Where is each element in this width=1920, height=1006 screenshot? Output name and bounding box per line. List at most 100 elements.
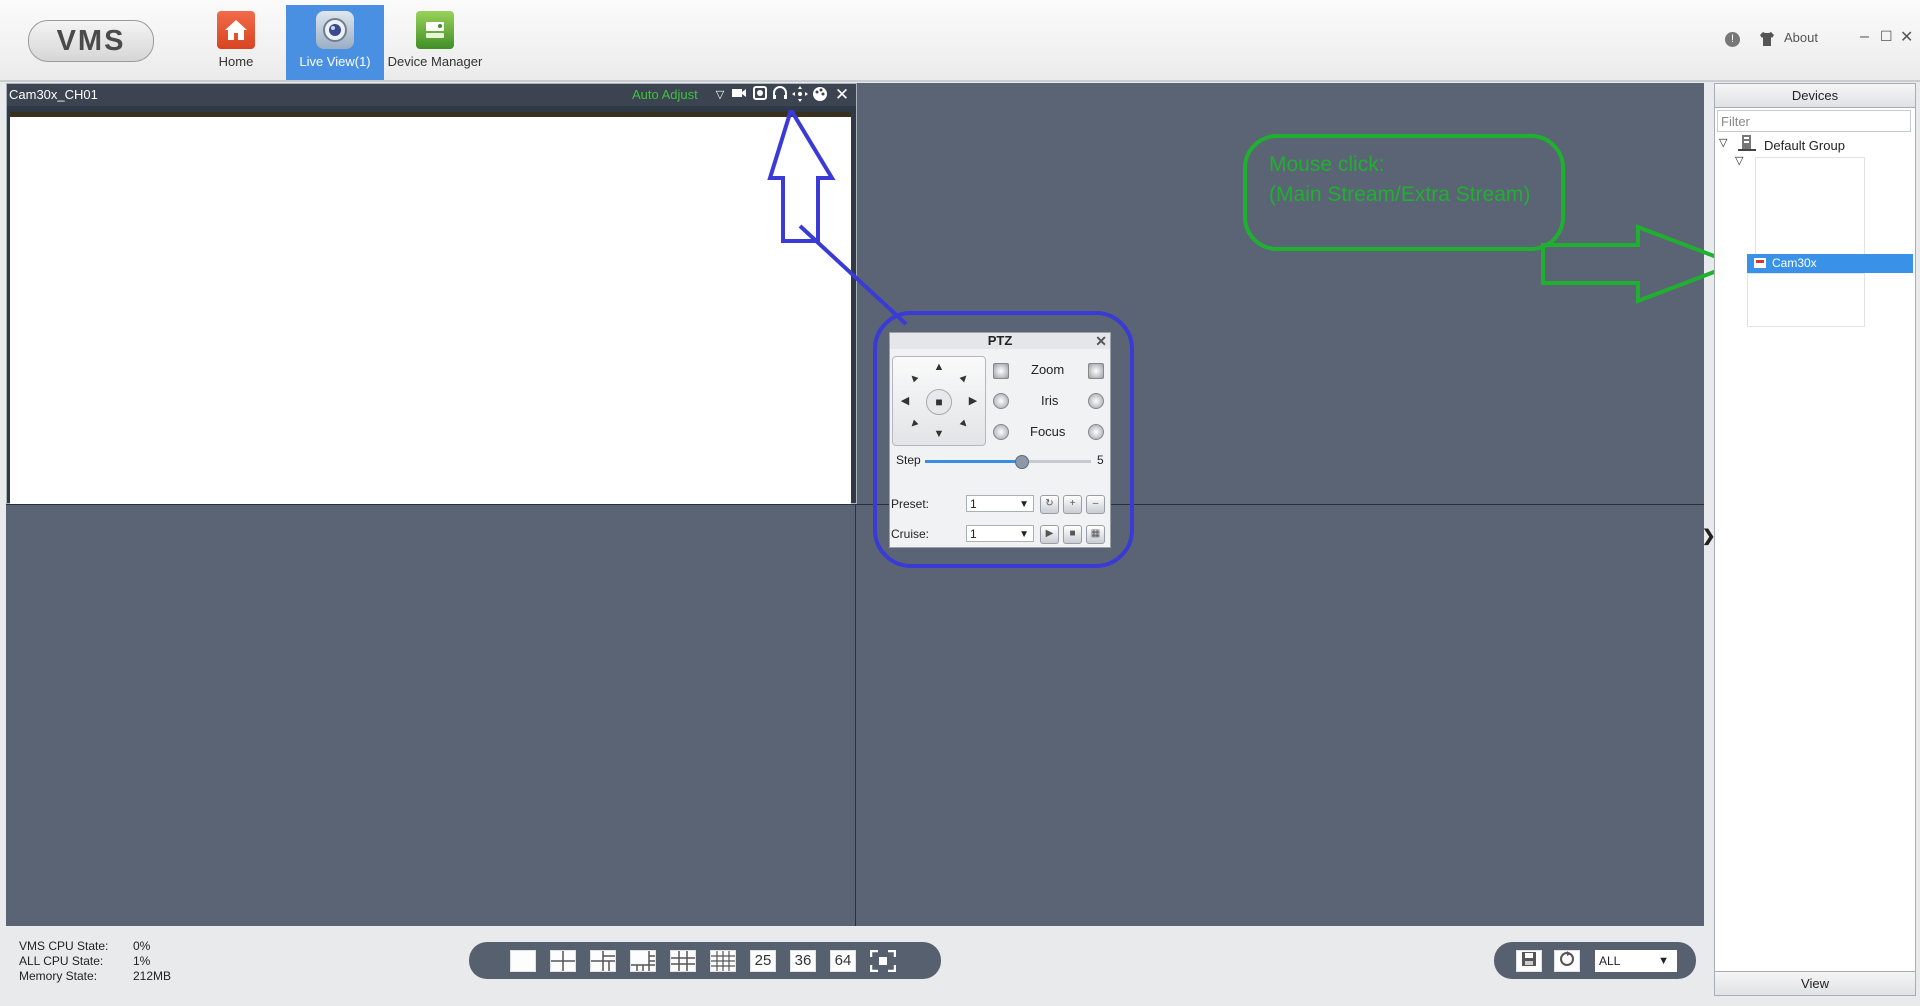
minimize-button[interactable]: –: [1860, 28, 1869, 46]
stop-cruise-icon[interactable]: ■: [1063, 525, 1082, 544]
collapse-panel-icon[interactable]: ❯: [1702, 526, 1715, 546]
maximize-button[interactable]: ☐: [1880, 28, 1893, 45]
stream-toolbar: ALL ▼: [1494, 942, 1696, 979]
pan-down-left-button[interactable]: ▲: [904, 414, 924, 434]
pan-left-button[interactable]: ◀: [898, 394, 912, 408]
tree-blank-area-2: [1747, 273, 1865, 327]
snapshot-icon[interactable]: [751, 86, 769, 104]
default-group-label[interactable]: Default Group: [1764, 138, 1845, 153]
step-slider[interactable]: [925, 455, 1091, 469]
ptz-panel: PTZ ✕ ▲ ▼ ◀ ▶ ▲ ▲ ▲ ▲ ■ Zoom Iris Focus …: [889, 332, 1111, 548]
nav-home-label: Home: [218, 54, 254, 69]
pan-up-left-button[interactable]: ▲: [904, 368, 924, 388]
camera-row-cam30x[interactable]: Cam30x: [1747, 254, 1913, 273]
step-slider-fill: [925, 460, 1022, 463]
iris-label: Iris: [1041, 393, 1059, 408]
preset-select[interactable]: 1 ▼: [966, 495, 1034, 512]
iris-open-button[interactable]: [1088, 393, 1104, 409]
fullscreen-icon[interactable]: [869, 949, 897, 973]
color-adjust-icon[interactable]: [811, 86, 829, 104]
pan-up-right-button[interactable]: ▲: [954, 368, 974, 388]
pan-right-button[interactable]: ▶: [966, 394, 980, 408]
nav-device-manager-label: Device Manager: [387, 54, 483, 69]
iris-close-button[interactable]: [993, 393, 1009, 409]
expand-device-icon[interactable]: ▽: [1735, 154, 1743, 167]
vms-cpu-label: VMS CPU State:: [19, 939, 109, 953]
pan-up-button[interactable]: ▲: [932, 360, 946, 374]
add-preset-icon[interactable]: +: [1063, 495, 1082, 514]
preset-label: Preset:: [891, 497, 930, 511]
layout-toolbar: 25 36 64: [469, 942, 941, 979]
chevron-down-icon: ▼: [1019, 499, 1029, 510]
pan-down-right-button[interactable]: ▲: [954, 414, 974, 434]
grid-divider-horizontal: [6, 504, 1704, 505]
layout-9-icon[interactable]: [670, 950, 696, 972]
layout-36-button[interactable]: 36: [790, 950, 816, 972]
zoom-in-button[interactable]: [1088, 363, 1104, 379]
vms-cpu-value: 0%: [133, 939, 151, 953]
callout-text: Mouse click: (Main Stream/Extra Stream): [1269, 153, 1531, 206]
layout-25-button[interactable]: 25: [750, 950, 776, 972]
focus-far-button[interactable]: [1088, 424, 1104, 440]
step-slider-handle[interactable]: [1015, 455, 1030, 469]
cruise-select[interactable]: 1 ▼: [966, 525, 1034, 542]
devices-panel: Devices Filter ▽ Default Group ▽ Cam30x …: [1714, 83, 1916, 996]
focus-near-button[interactable]: [993, 424, 1009, 440]
audio-icon[interactable]: [771, 86, 789, 104]
goto-preset-icon[interactable]: ↻: [1040, 495, 1059, 514]
step-label: Step: [896, 453, 921, 467]
memory-value: 212MB: [133, 969, 172, 983]
devices-title: Devices: [1715, 84, 1915, 108]
layout-16-icon[interactable]: [710, 950, 736, 972]
nav-live-view-label: Live View(1): [299, 54, 371, 69]
nav-live-view[interactable]: Live View(1): [286, 5, 384, 80]
start-cruise-icon[interactable]: ▶: [1040, 525, 1059, 544]
layout-1-icon[interactable]: [510, 950, 536, 972]
filter-input[interactable]: Filter: [1717, 110, 1911, 132]
server-group-icon: [1737, 134, 1757, 155]
chevron-down-icon: ▼: [1658, 955, 1669, 967]
close-pane-icon[interactable]: ✕: [833, 86, 851, 104]
ptz-close-icon[interactable]: ✕: [1095, 333, 1107, 349]
cruise-settings-icon[interactable]: ▦: [1086, 525, 1105, 544]
cycle-icon[interactable]: [1554, 950, 1580, 972]
ptz-control-icon[interactable]: [791, 86, 809, 104]
cruise-value: 1: [970, 527, 977, 541]
video-feed[interactable]: [10, 112, 851, 504]
close-app-button[interactable]: ✕: [1900, 27, 1913, 47]
pan-down-button[interactable]: ▼: [932, 427, 946, 441]
pane-toolbar: Cam30x_CH01 Auto Adjust ▽ ✕: [7, 84, 856, 106]
layout-4-icon[interactable]: [550, 950, 576, 972]
step-value: 5: [1097, 453, 1104, 467]
zoom-label: Zoom: [1031, 362, 1065, 377]
dropdown-arrow-icon[interactable]: ▽: [711, 86, 729, 104]
layout-64-button[interactable]: 64: [830, 950, 856, 972]
delete-preset-icon[interactable]: –: [1086, 495, 1105, 514]
channel-title: Cam30x_CH01: [9, 87, 98, 102]
top-bar: VMS Home Live View(1) Device Manager ! A…: [0, 0, 1920, 82]
expand-group-icon[interactable]: ▽: [1719, 136, 1727, 149]
tree-blank-area: [1755, 157, 1865, 255]
shirt-icon[interactable]: [1758, 30, 1776, 51]
zoom-out-button[interactable]: [993, 363, 1009, 379]
home-icon: [217, 11, 255, 49]
stream-filter-value: ALL: [1599, 954, 1621, 968]
layout-6-icon[interactable]: [590, 950, 616, 972]
info-icon[interactable]: !: [1725, 32, 1740, 47]
save-icon[interactable]: [1516, 950, 1542, 972]
ptz-header: PTZ ✕: [890, 333, 1110, 349]
auto-adjust-dropdown[interactable]: Auto Adjust: [632, 87, 698, 102]
nav-home[interactable]: Home: [187, 5, 285, 80]
view-button[interactable]: View: [1715, 971, 1915, 995]
layout-8-icon[interactable]: [630, 950, 656, 972]
video-pane-1[interactable]: Cam30x_CH01 Auto Adjust ▽ ✕: [6, 83, 857, 504]
record-icon[interactable]: [730, 86, 748, 104]
stream-filter-select[interactable]: ALL ▼: [1595, 950, 1677, 972]
device-manager-icon: [416, 11, 454, 49]
nav-device-manager[interactable]: Device Manager: [386, 5, 484, 80]
cruise-label: Cruise:: [891, 527, 930, 541]
all-cpu-value: 1%: [133, 954, 151, 968]
stop-button[interactable]: ■: [926, 389, 952, 415]
blue-arrow-annotation: [767, 110, 908, 326]
about-link[interactable]: About: [1784, 30, 1818, 45]
